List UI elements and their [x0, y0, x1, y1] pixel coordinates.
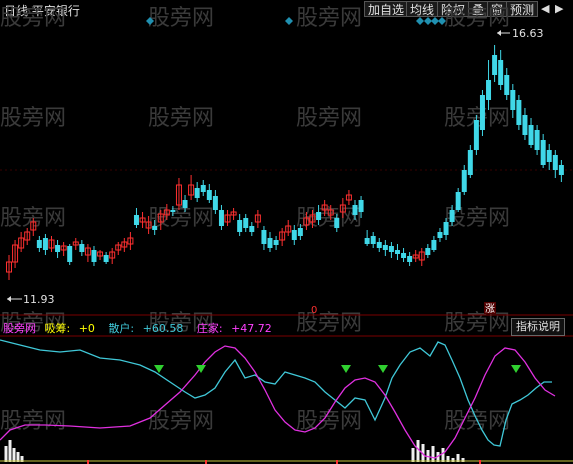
accumulation-bars	[0, 440, 573, 462]
indicator-lines	[0, 339, 556, 459]
candle-down	[133, 215, 139, 225]
accumulation-bar	[441, 448, 445, 462]
candle-down	[449, 210, 455, 222]
accumulation-bar	[12, 448, 16, 462]
candle-down	[534, 130, 540, 150]
watermark-text: 股旁网	[148, 6, 214, 31]
candle-down	[352, 205, 358, 215]
candle-down	[67, 246, 73, 262]
event-tag-left: 0	[311, 305, 317, 316]
candle-down	[291, 230, 297, 240]
candle-down	[152, 226, 158, 230]
accumulation-bar	[416, 440, 420, 462]
event-marker-icon	[431, 17, 439, 25]
candle-down	[316, 212, 322, 220]
high-price-label: 16.63	[512, 27, 544, 40]
candle-down	[297, 228, 303, 236]
buy-signal-icon	[378, 365, 388, 373]
indicator-legend: 股旁网 吸筹: +0 散户: +60.58 庄家: +47.72	[3, 320, 282, 336]
candle-down	[479, 95, 485, 130]
candle-down	[334, 218, 340, 228]
event-tag-right: 涨	[485, 303, 495, 315]
candle-down	[407, 256, 413, 262]
candle-down	[376, 242, 382, 248]
candle-down	[261, 230, 267, 244]
candle-down	[218, 210, 224, 226]
indicator-explain-button[interactable]: 指标说明	[511, 318, 565, 336]
candle-down	[473, 120, 479, 150]
candle-down	[388, 246, 394, 252]
chart-canvas[interactable]: 股旁网 股旁网 股旁网 股旁网股旁网 股旁网 股旁网 股旁网股旁网 股旁网 股旁网 股旁网股旁网股…	[0, 0, 573, 464]
candle-down	[382, 245, 388, 250]
candle-down	[206, 190, 212, 200]
candle-down	[194, 188, 200, 198]
candle-down	[401, 253, 407, 258]
candle-down	[510, 90, 516, 110]
candle-down	[91, 250, 97, 262]
candle-down	[212, 196, 218, 210]
candle-down	[36, 240, 42, 248]
candle-down	[516, 100, 522, 125]
indicator-name: 股旁网	[3, 322, 36, 335]
candle-down	[455, 192, 461, 210]
watermark-text: 股旁网	[148, 106, 214, 131]
candle-down	[370, 236, 376, 244]
watermark-text: 股旁网	[444, 6, 510, 31]
candle-down	[267, 238, 273, 248]
legend-dealer: 庄家: +47.72	[196, 322, 272, 335]
watermark-text: 股旁网	[0, 106, 66, 131]
candle-down	[522, 115, 528, 135]
low-arrow-icon	[7, 296, 11, 302]
buy-signal-icon	[511, 365, 521, 373]
legend-retail: 散户: +60.58	[108, 322, 184, 335]
candle-down	[504, 75, 510, 95]
accumulation-bar	[4, 446, 8, 462]
watermark-text: 股旁网	[296, 6, 362, 31]
candle-down	[443, 222, 449, 235]
candle-down	[200, 185, 206, 192]
candle-down	[55, 245, 61, 252]
watermark-text: 股旁网	[0, 6, 66, 31]
candle-down	[103, 255, 109, 262]
low-price-label: 11.93	[23, 293, 55, 306]
accumulation-bar	[8, 440, 12, 462]
accumulation-bar	[431, 446, 435, 462]
legend-absorb: 吸筹: +0	[44, 322, 95, 335]
candle-down	[467, 150, 473, 175]
event-marker-icon	[424, 17, 432, 25]
watermark-text: 股旁网	[296, 106, 362, 131]
candle-down	[170, 210, 176, 212]
event-marker-icon	[285, 17, 293, 25]
candle-down	[79, 244, 85, 252]
candle-down	[243, 218, 249, 228]
candle-down	[540, 140, 546, 165]
candle-down	[431, 240, 437, 250]
dealer-line	[0, 345, 556, 459]
buy-signal-icon	[341, 365, 351, 373]
candle-down	[486, 80, 492, 100]
candle-down	[528, 125, 534, 145]
candle-down	[358, 200, 364, 212]
candlestick-series	[6, 45, 564, 280]
candle-down	[546, 150, 552, 162]
event-marker-icon	[416, 17, 424, 25]
accumulation-bar	[411, 448, 415, 462]
candle-down	[425, 248, 431, 255]
candle-down	[552, 155, 558, 170]
signal-markers	[154, 365, 521, 373]
candle-down	[394, 250, 400, 254]
candle-down	[558, 165, 564, 175]
candle-down	[273, 240, 279, 245]
candle-down	[182, 200, 188, 208]
candle-down	[461, 170, 467, 192]
watermark-text: 股旁网	[148, 409, 214, 434]
candle-down	[492, 55, 498, 75]
candle-down	[364, 238, 370, 244]
candle-down	[237, 220, 243, 232]
candle-down	[498, 60, 504, 85]
candle-down	[437, 232, 443, 238]
candle-down	[42, 238, 48, 250]
candle-down	[249, 226, 255, 232]
watermark-text: 股旁网	[444, 409, 510, 434]
